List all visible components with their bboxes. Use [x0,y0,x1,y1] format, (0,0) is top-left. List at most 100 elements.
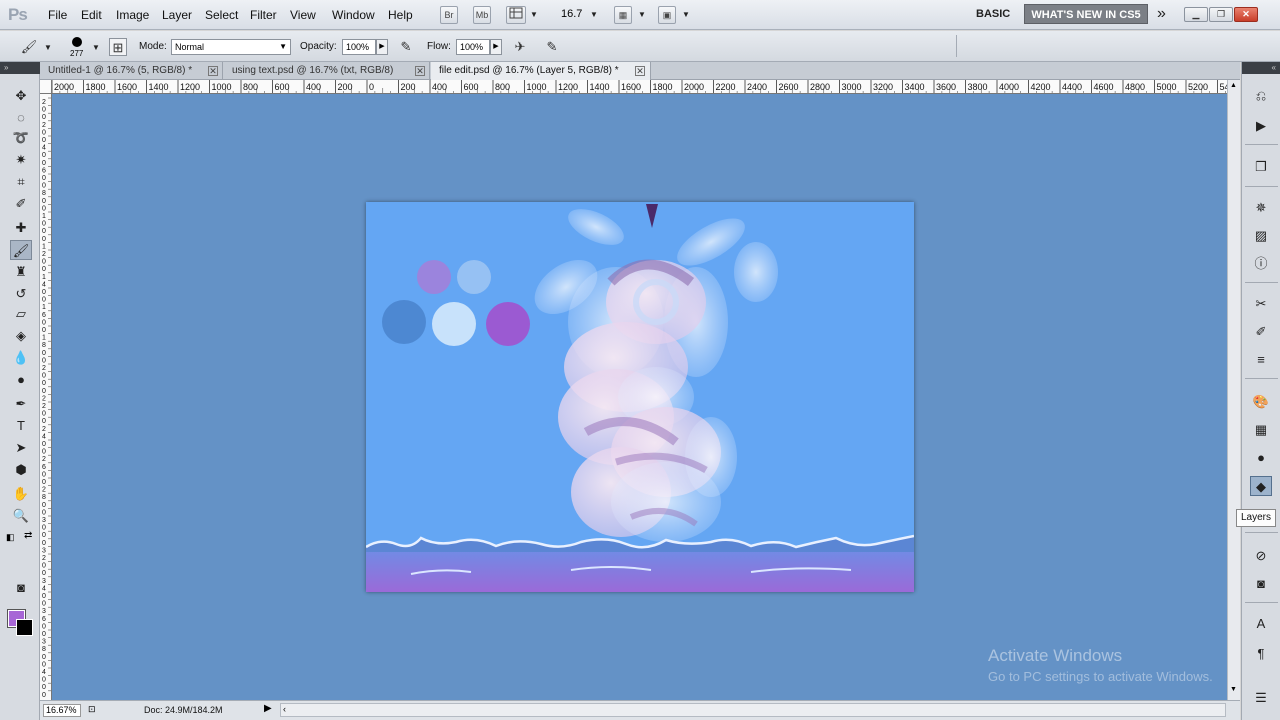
brush-preview-icon[interactable] [72,37,82,47]
menu-file[interactable]: File [48,8,67,22]
color-panel-icon[interactable]: 🎨 [1250,392,1272,412]
dock-expand-icon[interactable]: « [1242,62,1280,74]
dodge-tool-icon[interactable]: ● [10,370,32,390]
swatches-panel-icon[interactable]: ▦ [1250,420,1272,440]
marquee-tool-icon[interactable]: ◌ [10,108,32,128]
chevron-down-icon[interactable]: ▼ [44,43,52,52]
pen-tool-icon[interactable]: ✒ [10,394,32,414]
actions-panel-icon[interactable]: ▶ [1250,116,1272,136]
brush-panel-icon[interactable]: ✐ [1250,322,1272,342]
brush-tool-icon[interactable]: 🖌 [10,240,32,260]
menu-window[interactable]: Window [332,8,375,22]
zoom-tool-icon[interactable]: 🔍 [10,506,32,526]
paint-bucket-tool-icon[interactable]: ◈ [10,326,32,346]
toolbox-collapse-icon[interactable]: » [0,62,40,74]
flow-input[interactable]: 100% [456,39,490,55]
tab-using-text[interactable]: using text.psd @ 16.7% (txt, RGB/8) ✕ [224,62,430,80]
menu-edit[interactable]: Edit [81,8,102,22]
type-tool-icon[interactable]: T [10,416,32,436]
bridge-button[interactable]: Br [440,6,458,24]
swap-colors-icon[interactable]: ⇄ [24,530,32,541]
workspace-basic[interactable]: BASIC [976,8,1010,20]
status-options-icon[interactable]: ⊡ [88,704,96,715]
brush-tool-preset-icon[interactable]: 🖌 [20,38,38,56]
navigator-panel-icon[interactable]: ✵ [1250,198,1272,218]
vertical-scrollbar[interactable]: ▲ ▼ [1227,80,1240,700]
canvas-workspace[interactable] [52,94,1227,700]
tab-untitled-1[interactable]: Untitled-1 @ 16.7% (5, RGB/8) * ✕ [40,62,223,80]
minimize-button[interactable]: ▁ [1184,7,1208,22]
chevron-down-icon[interactable]: ▼ [638,10,646,19]
menu-view[interactable]: View [290,8,316,22]
zoom-field[interactable]: 16.67% [43,704,81,717]
history-brush-tool-icon[interactable]: ↺ [10,284,32,304]
chevron-down-icon[interactable]: ▼ [530,10,538,19]
scroll-down-icon[interactable]: ▼ [1230,686,1237,693]
brush-panel-icon[interactable]: ⊞ [109,38,127,56]
clone-source-panel-icon[interactable]: ❐ [1250,157,1272,177]
arrange-documents-button[interactable]: ▦ [614,6,632,24]
chevron-down-icon[interactable]: ▼ [682,10,690,19]
tablet-pressure-size-icon[interactable]: ✎ [543,38,561,56]
history-panel-icon[interactable]: ⎌ [1250,86,1272,106]
whats-new-button[interactable]: WHAT'S NEW IN CS5 [1024,4,1148,24]
path-selection-tool-icon[interactable]: ➤ [10,438,32,458]
lasso-tool-icon[interactable]: ➰ [10,128,32,148]
document-info[interactable]: Doc: 24.9M/184.2M [144,705,223,715]
crop-tool-icon[interactable]: ⌗ [10,172,32,192]
menu-help[interactable]: Help [388,8,413,22]
mini-bridge-button[interactable]: Mb [473,6,491,24]
horizontal-scrollbar[interactable]: ‹ [280,703,1226,717]
more-workspaces-icon[interactable]: » [1157,5,1166,23]
eraser-tool-icon[interactable]: ▱ [10,304,32,324]
close-icon[interactable]: ✕ [208,66,218,76]
blur-tool-icon[interactable]: 💧 [10,348,32,368]
opacity-input[interactable]: 100% [342,39,376,55]
info-panel-icon[interactable]: ⓘ [1250,254,1272,274]
chevron-down-icon[interactable]: ▼ [92,43,100,52]
move-tool-icon[interactable]: ✥ [10,86,32,106]
histogram-panel-icon[interactable]: ▨ [1250,226,1272,246]
mode-select[interactable]: Normal ▼ [171,39,291,55]
hand-tool-icon[interactable]: ✋ [10,484,32,504]
tool-presets-panel-icon[interactable]: ✂ [1250,294,1272,314]
menu-layer[interactable]: Layer [162,8,192,22]
menu-filter[interactable]: Filter [250,8,277,22]
scroll-up-icon[interactable]: ▲ [1230,82,1237,89]
paths-panel-icon[interactable]: ⊘ [1250,546,1272,566]
horizontal-ruler[interactable]: 2000 1800 1600 1400 1200 1000 800 600 400 200 0 200… [52,80,1227,94]
layers-panel-icon[interactable]: ◆ [1250,476,1272,496]
shape-tool-icon[interactable]: ⬢ [10,460,32,480]
view-extras-button[interactable] [506,6,526,24]
ruler-origin[interactable] [40,80,52,94]
paragraph-panel-icon[interactable]: ¶ [1250,644,1272,664]
vertical-ruler[interactable]: 2002004006008001000120014001600180020002… [40,94,52,700]
flow-slider-arrow[interactable]: ▶ [490,39,502,55]
healing-brush-tool-icon[interactable]: ✚ [10,218,32,238]
opacity-slider-arrow[interactable]: ▶ [376,39,388,55]
airbrush-icon[interactable]: ✈ [511,38,529,56]
tab-file-edit[interactable]: file edit.psd @ 16.7% (Layer 5, RGB/8) *… [431,62,651,80]
chevron-down-icon[interactable]: ▼ [590,10,598,19]
clone-stamp-tool-icon[interactable]: ♜ [10,262,32,282]
close-icon[interactable]: ✕ [415,66,425,76]
scroll-left-icon[interactable]: ‹ [283,704,286,714]
menu-image[interactable]: Image [116,8,149,22]
tablet-pressure-opacity-icon[interactable]: ✎ [397,38,415,56]
quick-selection-tool-icon[interactable]: ✷ [10,150,32,170]
restore-button[interactable]: ❐ [1209,7,1233,22]
close-button[interactable]: ✕ [1234,7,1258,22]
status-menu-arrow-icon[interactable]: ▶ [264,703,272,714]
styles-panel-icon[interactable]: ● [1250,448,1272,468]
background-color-swatch[interactable] [16,619,33,636]
menu-select[interactable]: Select [205,8,238,22]
masks-panel-icon[interactable]: ◙ [1250,574,1272,594]
character-panel-icon[interactable]: A [1250,614,1272,634]
quick-mask-icon[interactable]: ◙ [10,578,32,598]
document-canvas[interactable] [366,202,914,592]
brush-presets-panel-icon[interactable]: ≡ [1250,350,1272,370]
close-icon[interactable]: ✕ [635,66,645,76]
screen-mode-button[interactable]: ▣ [658,6,676,24]
eyedropper-tool-icon[interactable]: ✐ [10,194,32,214]
default-colors-icon[interactable]: ◧ [6,532,15,543]
